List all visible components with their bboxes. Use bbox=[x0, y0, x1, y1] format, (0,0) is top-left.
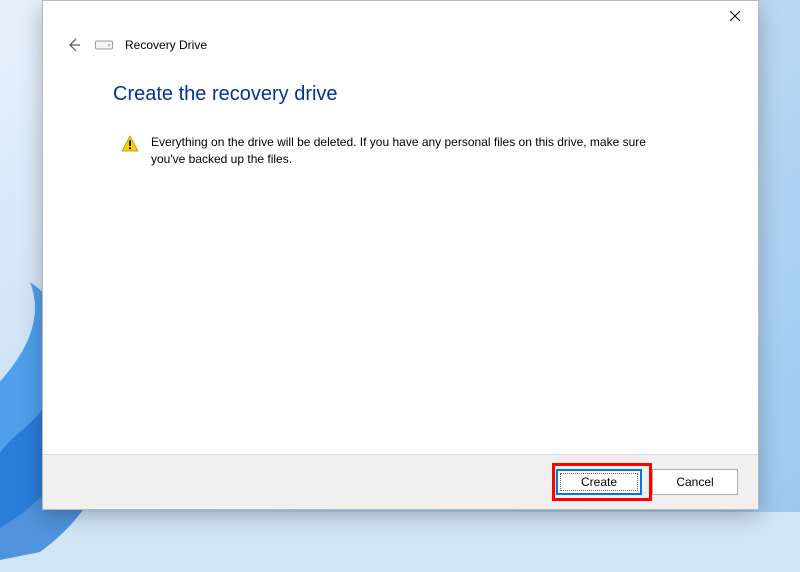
app-title: Recovery Drive bbox=[125, 38, 207, 52]
create-button[interactable]: Create bbox=[556, 469, 642, 495]
header-row: Recovery Drive bbox=[43, 31, 758, 55]
warning-text: Everything on the drive will be deleted.… bbox=[151, 134, 670, 169]
page-heading: Create the recovery drive bbox=[113, 83, 710, 106]
close-icon bbox=[730, 11, 740, 21]
back-button[interactable] bbox=[63, 35, 83, 55]
content-area: Create the recovery drive Everything on … bbox=[43, 55, 758, 454]
drive-icon bbox=[95, 38, 113, 52]
recovery-drive-dialog: Recovery Drive Create the recovery drive… bbox=[42, 0, 759, 510]
cancel-button[interactable]: Cancel bbox=[652, 469, 738, 495]
dialog-footer: Create Cancel bbox=[43, 454, 758, 509]
titlebar bbox=[43, 1, 758, 31]
close-button[interactable] bbox=[712, 1, 758, 31]
warning-row: Everything on the drive will be deleted.… bbox=[113, 134, 710, 169]
warning-icon bbox=[121, 135, 139, 156]
back-arrow-icon bbox=[65, 37, 81, 53]
